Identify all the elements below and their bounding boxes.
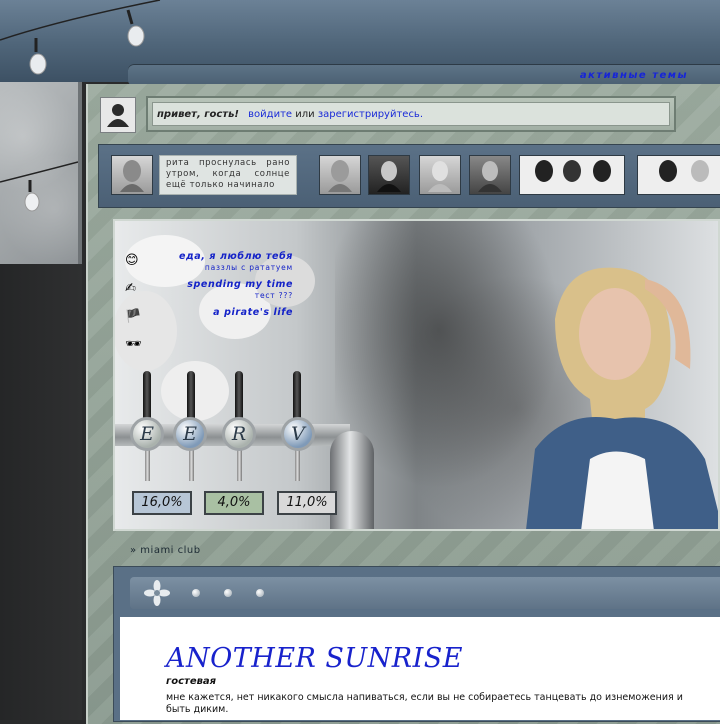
stat-value: 11,0% xyxy=(286,495,328,510)
portrait-image xyxy=(120,160,144,192)
topic-item[interactable]: 🏴 a pirate's life xyxy=(125,305,293,333)
portrait-image xyxy=(428,161,452,192)
pirate-flag-icon: 🏴 xyxy=(125,309,142,324)
featured-person-image xyxy=(526,267,718,529)
greeting-bar: привет, гость! войдите или зарегистрируй… xyxy=(146,96,676,132)
stat-badge: 16,0% xyxy=(132,491,192,515)
topic-title[interactable]: a pirate's life xyxy=(213,307,293,318)
member-avatar-group[interactable] xyxy=(637,155,720,195)
tap-knob[interactable]: R xyxy=(222,417,256,451)
topic-subtitle: паззлы с рататуем xyxy=(204,263,293,272)
guest-avatar xyxy=(100,97,136,133)
stat-value: 16,0% xyxy=(141,495,183,510)
post-text: мне кажется, нет никакого смысла напиват… xyxy=(166,692,683,715)
tap-letter: E xyxy=(183,423,197,445)
portrait-image xyxy=(659,160,709,182)
active-topics-list: 😊 еда, я люблю тебя паззлы с рататуем ✍ … xyxy=(125,249,293,361)
topic-title[interactable]: spending my time xyxy=(187,279,293,290)
member-avatar[interactable] xyxy=(319,155,361,195)
greeting-or: или xyxy=(295,109,315,120)
user-silhouette-icon xyxy=(107,104,129,127)
topic-title[interactable]: еда, я люблю тебя xyxy=(179,251,293,262)
featured-strip: рита проснулась рано утром, когда солнце… xyxy=(98,144,720,208)
featured-avatar[interactable] xyxy=(111,155,153,195)
writing-hand-icon: ✍ xyxy=(125,281,136,296)
greeting-text: привет, гость! войдите или зарегистрируй… xyxy=(152,102,670,126)
stat-badge: 11,0% xyxy=(277,491,337,515)
beer-tap-pipe xyxy=(330,431,374,529)
hero-banner: 😊 еда, я люблю тебя паззлы с рататуем ✍ … xyxy=(113,219,720,531)
greeting-hello: привет, гость! xyxy=(157,109,239,120)
portrait-image xyxy=(328,160,352,192)
topic-item[interactable]: 😊 еда, я люблю тебя паззлы с рататуем xyxy=(125,249,293,277)
portrait-image xyxy=(535,160,611,182)
tap-knob[interactable]: V xyxy=(281,417,315,451)
tap-spout xyxy=(295,449,300,481)
tap-knob[interactable]: E xyxy=(130,417,164,451)
tap-letter: V xyxy=(291,423,305,445)
topic-subtitle: тест ??? xyxy=(254,291,293,300)
active-topics-link[interactable]: активные темы xyxy=(580,70,688,81)
stat-value: 4,0% xyxy=(217,495,251,510)
toolbar-dot-button[interactable] xyxy=(256,589,264,597)
tap-knob[interactable]: E xyxy=(173,417,207,451)
tap-spout xyxy=(237,449,242,481)
top-banner: активные темы xyxy=(0,0,720,86)
post-toolbar xyxy=(130,577,720,609)
topic-item[interactable]: ✍ spending my time тест ??? xyxy=(125,277,293,305)
portrait-image xyxy=(478,161,502,192)
portrait-image xyxy=(377,161,401,192)
tap-letter: E xyxy=(140,423,154,445)
post-title: ANOTHER SUNRISE xyxy=(166,643,464,674)
left-column-texture xyxy=(0,82,82,264)
post-content: ANOTHER SUNRISE гостевая мне кажется, не… xyxy=(120,617,720,720)
member-avatar[interactable] xyxy=(469,155,511,195)
member-avatar[interactable] xyxy=(368,155,410,195)
tap-handle xyxy=(143,371,151,421)
toolbar-dot-button[interactable] xyxy=(192,589,200,597)
tap-handle xyxy=(235,371,243,421)
nav-strip: активные темы xyxy=(128,64,720,86)
breadcrumb[interactable]: » miami club xyxy=(130,545,201,556)
string-lights-decoration xyxy=(0,161,79,212)
post-subtitle: гостевая xyxy=(166,676,217,687)
featured-quote: рита проснулась рано утром, когда солнце… xyxy=(159,155,297,195)
toolbar-dot-button[interactable] xyxy=(224,589,232,597)
sunglasses-icon: 🕶 xyxy=(125,337,142,352)
tap-handle xyxy=(187,371,195,421)
tap-spout xyxy=(189,449,194,481)
tap-letter: R xyxy=(231,423,247,445)
stat-badge: 4,0% xyxy=(204,491,264,515)
member-avatar[interactable] xyxy=(419,155,461,195)
member-avatar-group[interactable] xyxy=(519,155,625,195)
smile-icon: 😊 xyxy=(125,253,139,268)
topic-item[interactable]: 🕶 xyxy=(125,333,293,361)
register-link[interactable]: зарегистрируйтесь. xyxy=(318,109,423,120)
login-link[interactable]: войдите xyxy=(248,109,292,120)
left-column-dark xyxy=(0,264,82,720)
tap-spout xyxy=(145,449,150,481)
flower-icon xyxy=(144,580,170,606)
tap-handle xyxy=(293,371,301,421)
